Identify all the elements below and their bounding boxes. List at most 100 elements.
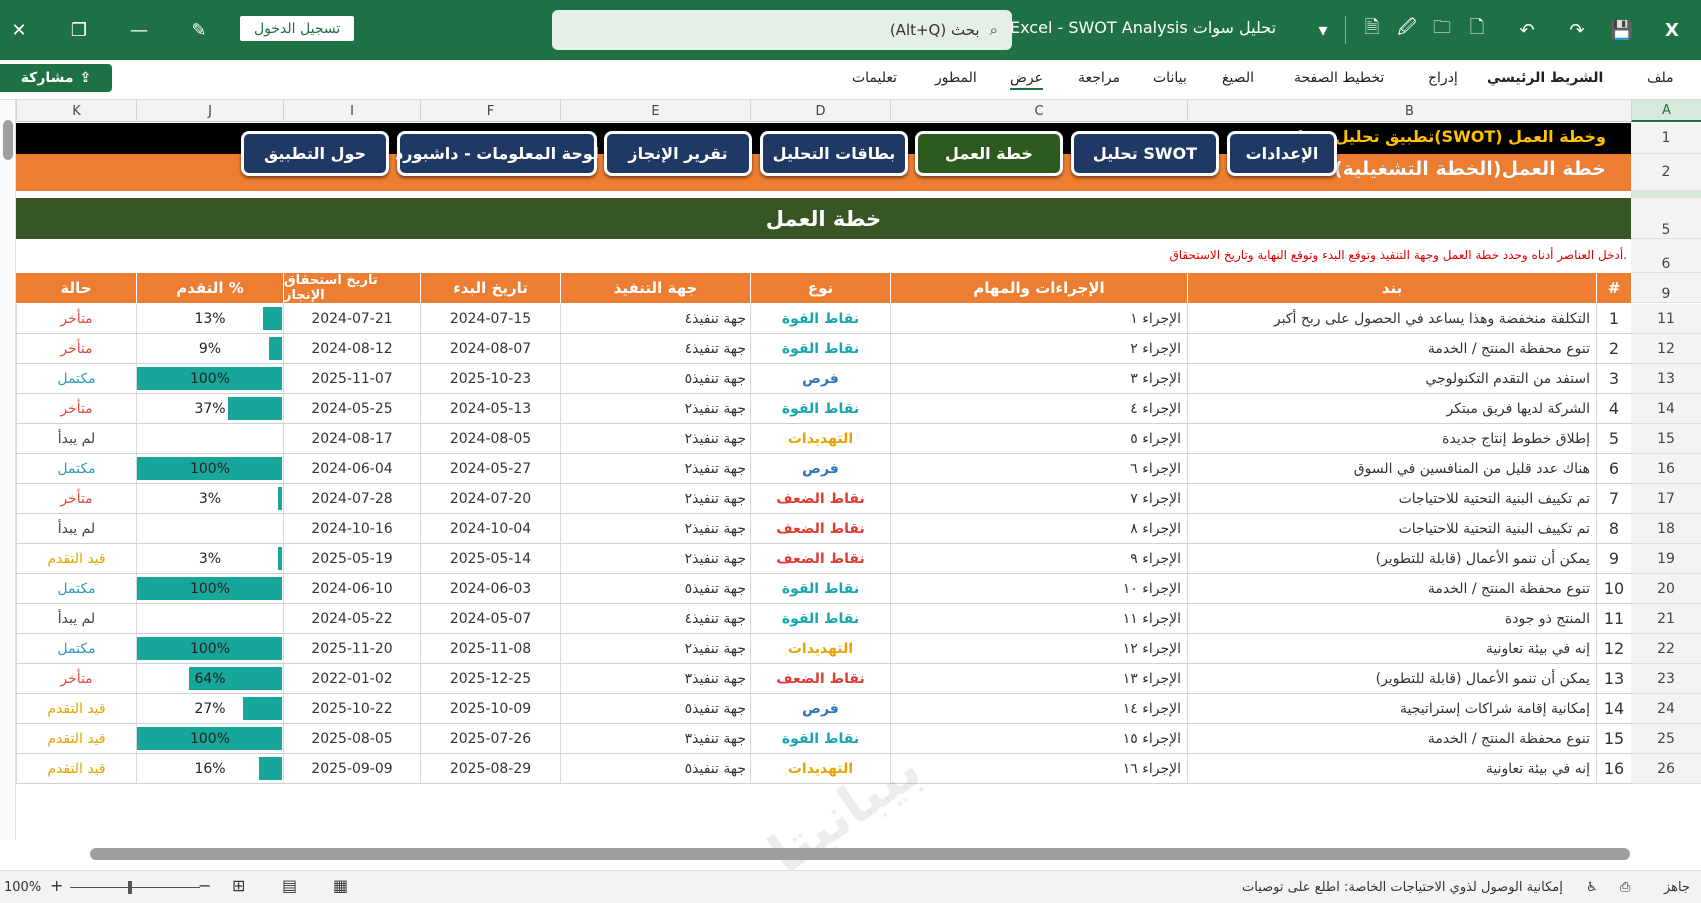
type-cell[interactable]: فرص (750, 454, 890, 483)
progress-cell[interactable]: 100% (136, 724, 283, 753)
progress-cell[interactable]: 100% (136, 454, 283, 483)
due-date-cell[interactable]: 2024-08-12 (283, 334, 420, 363)
start-date-cell[interactable]: 2025-10-23 (420, 364, 560, 393)
type-cell[interactable]: فرص (750, 364, 890, 393)
item-cell[interactable]: المنتج ذو جودة (1187, 604, 1596, 633)
progress-cell[interactable]: 100% (136, 634, 283, 663)
type-cell[interactable]: التهديدات (750, 424, 890, 453)
start-date-cell[interactable]: 2025-05-14 (420, 544, 560, 573)
item-cell[interactable]: تم تكييف البنية التحتية للاحتياجات (1187, 484, 1596, 513)
type-cell[interactable]: نقاط الضعف (750, 514, 890, 543)
row-number[interactable]: 16 (1631, 454, 1701, 484)
status-cell[interactable]: مكتمل (16, 634, 136, 663)
row-num[interactable]: 5 (1596, 424, 1631, 453)
start-date-cell[interactable]: 2024-05-13 (420, 394, 560, 423)
status-cell[interactable]: مكتمل (16, 574, 136, 603)
save-icon[interactable]: 💾 (1605, 13, 1639, 47)
start-date-cell[interactable]: 2024-08-07 (420, 334, 560, 363)
exec-cell[interactable]: جهة تنفيذ٥ (560, 364, 750, 393)
open-folder-icon[interactable]: 🗀 (1425, 13, 1459, 47)
nav-progress-report-button[interactable]: تقرير الإنجاز (604, 131, 752, 176)
row-number[interactable]: 22 (1631, 634, 1701, 664)
row-number[interactable]: 13 (1631, 364, 1701, 394)
progress-cell[interactable]: 13% (136, 304, 283, 333)
exec-cell[interactable]: جهة تنفيذ٢ (560, 544, 750, 573)
action-cell[interactable]: الإجراء ١٦ (890, 754, 1187, 783)
item-cell[interactable]: هناك عدد قليل من المنافسين في السوق (1187, 454, 1596, 483)
vertical-scroll-thumb[interactable] (3, 120, 13, 160)
exec-cell[interactable]: جهة تنفيذ٢ (560, 514, 750, 543)
tab-review[interactable]: مراجعة (1078, 70, 1120, 86)
status-cell[interactable]: لم يبدأ (16, 424, 136, 453)
row-number[interactable]: 18 (1631, 514, 1701, 544)
progress-cell[interactable]: 27% (136, 694, 283, 723)
zoom-slider[interactable] (70, 887, 200, 888)
nav-dashboard-button[interactable]: لوحة المعلومات - داشبورد (395, 131, 599, 176)
due-date-cell[interactable]: 2024-07-28 (283, 484, 420, 513)
progress-cell[interactable]: 100% (136, 364, 283, 393)
tab-insert[interactable]: إدراج (1428, 70, 1458, 86)
column-b[interactable]: B (1187, 100, 1631, 122)
item-cell[interactable]: إطلاق خطوط إنتاج جديدة (1187, 424, 1596, 453)
row-num[interactable]: 15 (1596, 724, 1631, 753)
page-layout-view-icon[interactable]: ▤ (282, 876, 297, 895)
pen-icon[interactable]: ✎ (182, 13, 216, 47)
start-date-cell[interactable]: 2024-05-07 (420, 604, 560, 633)
type-cell[interactable]: نقاط القوة (750, 394, 890, 423)
due-date-cell[interactable]: 2024-08-17 (283, 424, 420, 453)
due-date-cell[interactable]: 2025-11-07 (283, 364, 420, 393)
progress-cell[interactable]: 9% (136, 334, 283, 363)
exec-cell[interactable]: جهة تنفيذ٥ (560, 574, 750, 603)
due-date-cell[interactable]: 2024-05-25 (283, 394, 420, 423)
row-num[interactable]: 4 (1596, 394, 1631, 423)
column-d[interactable]: D (750, 100, 890, 122)
item-cell[interactable]: إمكانية إقامة شراكات إستراتيجية (1187, 694, 1596, 723)
item-cell[interactable]: تنوع محفظة المنتج / الخدمة (1187, 724, 1596, 753)
tab-developer[interactable]: المطور (935, 70, 977, 86)
action-cell[interactable]: الإجراء ٥ (890, 424, 1187, 453)
progress-cell[interactable]: 64% (136, 664, 283, 693)
exec-cell[interactable]: جهة تنفيذ٣ (560, 724, 750, 753)
status-cell[interactable]: مكتمل (16, 454, 136, 483)
edit-icon[interactable]: 🖉 (1390, 13, 1424, 47)
share-button[interactable]: مشاركة ⇪ (0, 64, 112, 92)
row-num[interactable]: 3 (1596, 364, 1631, 393)
due-date-cell[interactable]: 2025-10-22 (283, 694, 420, 723)
start-date-cell[interactable]: 2024-06-03 (420, 574, 560, 603)
type-cell[interactable]: نقاط القوة (750, 604, 890, 633)
exec-cell[interactable]: جهة تنفيذ٢ (560, 394, 750, 423)
status-cell[interactable]: متأخر (16, 334, 136, 363)
dropdown-icon[interactable]: ▾ (1306, 13, 1340, 47)
row-number[interactable]: 21 (1631, 604, 1701, 634)
column-a[interactable]: A (1631, 100, 1701, 122)
action-cell[interactable]: الإجراء ٨ (890, 514, 1187, 543)
item-cell[interactable]: تم تكييف البنية التحتية للاحتياجات (1187, 514, 1596, 543)
row-num[interactable]: 7 (1596, 484, 1631, 513)
minimize-icon[interactable]: — (122, 13, 156, 47)
row-number[interactable]: 24 (1631, 694, 1701, 724)
start-date-cell[interactable]: 2024-08-05 (420, 424, 560, 453)
accessibility-icon[interactable]: ♿ (1586, 880, 1598, 895)
start-date-cell[interactable]: 2024-05-27 (420, 454, 560, 483)
type-cell[interactable]: نقاط الضعف (750, 544, 890, 573)
item-cell[interactable]: إنه في بيئة تعاونية (1187, 754, 1596, 783)
new-file-icon[interactable]: 🗋 (1460, 13, 1494, 47)
item-cell[interactable]: استفد من التقدم التكنولوجي (1187, 364, 1596, 393)
status-cell[interactable]: قيد التقدم (16, 694, 136, 723)
item-cell[interactable]: الشركة لديها فريق مبتكر (1187, 394, 1596, 423)
exec-cell[interactable]: جهة تنفيذ٥ (560, 694, 750, 723)
type-cell[interactable]: نقاط الضعف (750, 484, 890, 513)
row-num[interactable]: 1 (1596, 304, 1631, 333)
column-k[interactable]: K (16, 100, 136, 122)
row-num[interactable]: 6 (1596, 454, 1631, 483)
tab-help[interactable]: تعليمات (852, 70, 897, 86)
type-cell[interactable]: التهديدات (750, 634, 890, 663)
type-cell[interactable]: نقاط القوة (750, 304, 890, 333)
due-date-cell[interactable]: 2025-11-20 (283, 634, 420, 663)
row-number[interactable]: 5 (1631, 198, 1701, 239)
row-num[interactable]: 10 (1596, 574, 1631, 603)
search-box[interactable]: (Alt+Q) بحث ⌕ (552, 10, 1012, 50)
row-num[interactable]: 2 (1596, 334, 1631, 363)
progress-cell[interactable]: 37% (136, 394, 283, 423)
progress-cell[interactable] (136, 514, 283, 543)
